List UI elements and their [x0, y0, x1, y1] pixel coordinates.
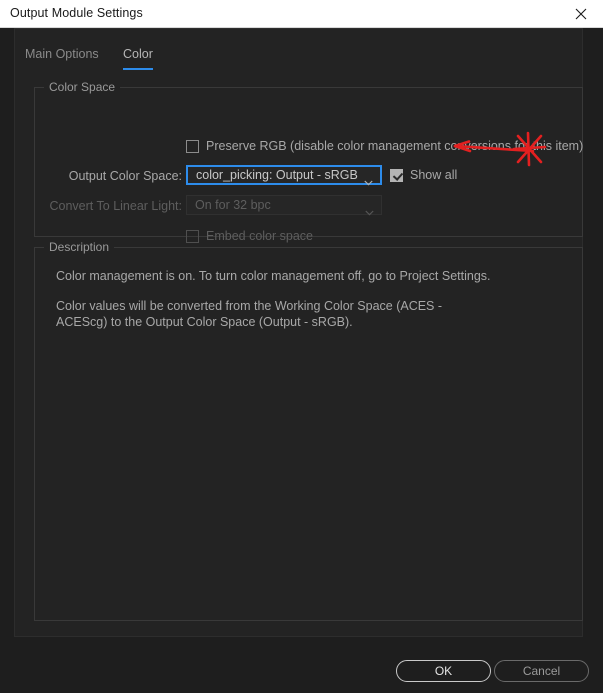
ok-button[interactable]: OK — [396, 660, 491, 682]
tab-bar: Main Options Color — [15, 47, 582, 75]
content-panel: Main Options Color Color Space Preserve … — [14, 28, 583, 637]
embed-color-space-checkbox-row: Embed color space — [186, 229, 313, 243]
title-bar: Output Module Settings — [0, 0, 603, 28]
description-group: Description Color management is on. To t… — [34, 240, 583, 621]
tab-main-options[interactable]: Main Options — [25, 47, 99, 68]
color-space-group: Color Space Preserve RGB (disable color … — [34, 80, 583, 243]
convert-to-linear-light-dropdown: On for 32 bpc — [186, 195, 382, 216]
preserve-rgb-label: Preserve RGB (disable color management c… — [206, 139, 584, 153]
show-all-checkbox[interactable] — [390, 168, 403, 182]
show-all-checkbox-row[interactable]: Show all — [390, 168, 457, 182]
color-space-group-label: Color Space — [44, 80, 121, 94]
embed-color-space-label: Embed color space — [206, 229, 314, 243]
preserve-rgb-checkbox-row[interactable]: Preserve RGB (disable color management c… — [186, 139, 583, 153]
close-button[interactable] — [558, 0, 603, 27]
chevron-down-icon — [364, 173, 373, 191]
description-paragraph-2: Color values will be converted from the … — [56, 299, 443, 329]
cancel-button[interactable]: Cancel — [494, 660, 589, 682]
preserve-rgb-checkbox[interactable] — [186, 139, 199, 153]
output-color-space-label: Output Color Space: — [68, 169, 182, 183]
tab-color[interactable]: Color — [123, 47, 153, 70]
description-paragraph-1: Color management is on. To turn color ma… — [56, 269, 491, 283]
show-all-label: Show all — [410, 168, 458, 182]
close-icon — [575, 8, 587, 20]
window-title: Output Module Settings — [10, 6, 143, 20]
embed-color-space-checkbox — [186, 229, 199, 243]
convert-to-linear-light-value: On for 32 bpc — [195, 198, 271, 212]
output-color-space-dropdown[interactable]: color_picking: Output - sRGB — [186, 165, 382, 186]
chevron-down-icon — [365, 203, 374, 221]
description-group-label: Description — [44, 240, 115, 254]
dialog-body: Main Options Color Color Space Preserve … — [0, 28, 603, 693]
output-color-space-value: color_picking: Output - sRGB — [196, 168, 358, 182]
convert-to-linear-light-label: Convert To Linear Light: — [49, 199, 183, 213]
